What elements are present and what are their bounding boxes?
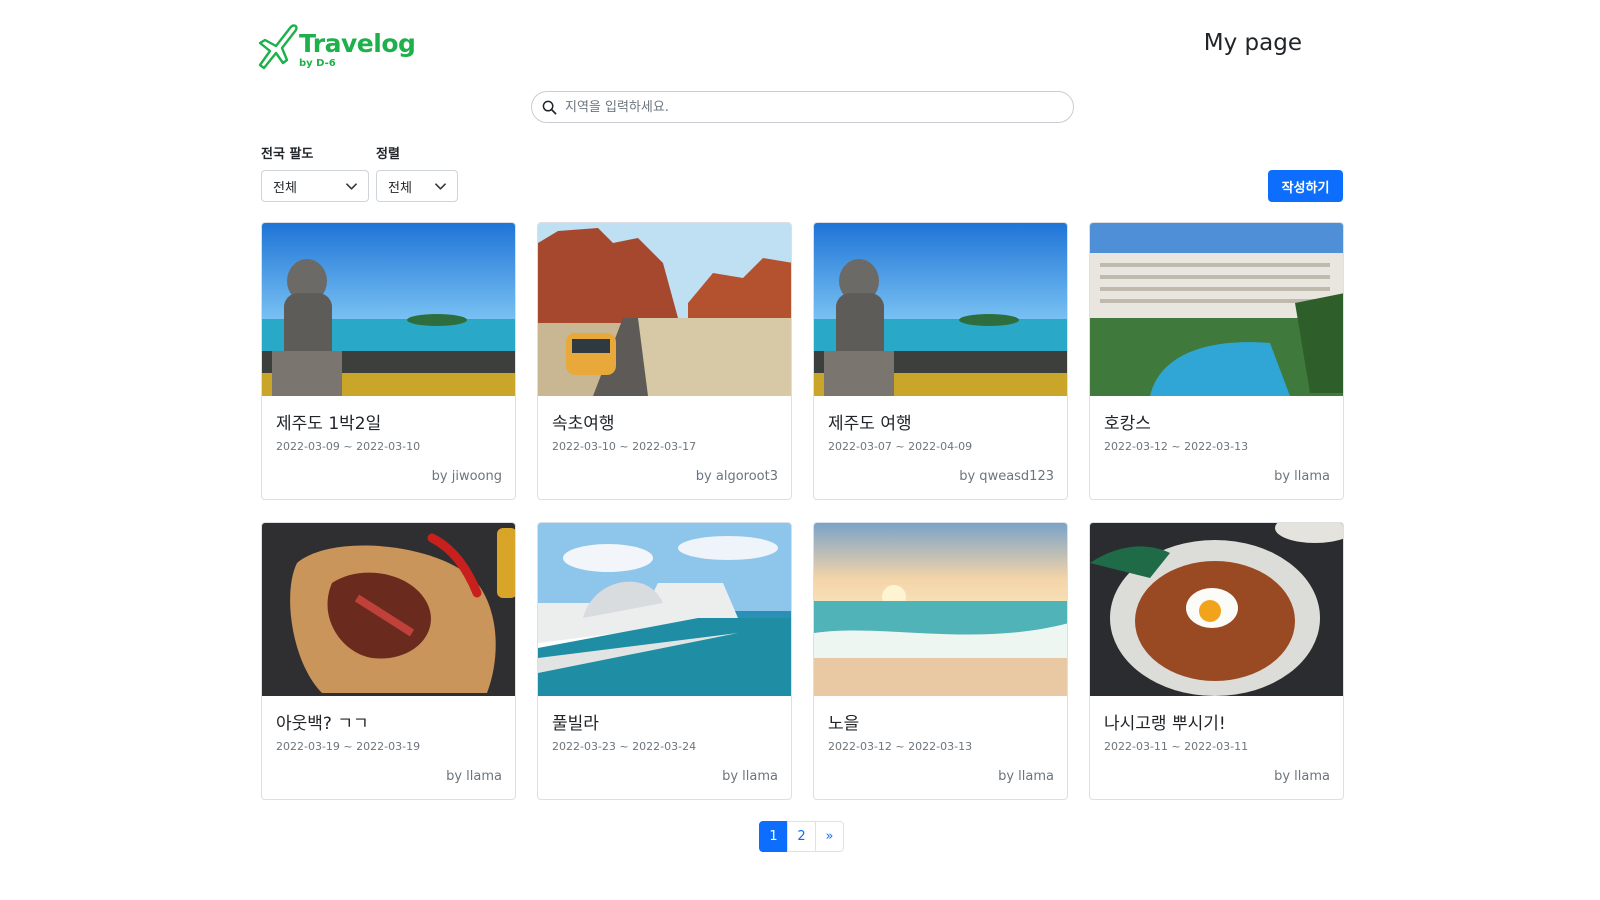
post-card[interactable]: 풀빌라 2022-03-23 ~ 2022-03-24 by llama [537,522,792,800]
card-thumbnail [1090,223,1343,396]
card-dates: 2022-03-11 ~ 2022-03-11 [1104,740,1249,753]
card-author: by llama [1274,469,1330,484]
pagination: 1 2 » [759,821,844,852]
card-author: by llama [998,769,1054,784]
logo-title: Travelog [299,29,416,58]
region-select-value: 전체 [273,180,297,196]
sort-filter-label: 정렬 [376,147,400,162]
card-author: by algoroot3 [695,469,778,484]
sort-select-value: 전체 [388,180,412,196]
site-header: Travelog by D-6 My page [256,18,1312,74]
card-thumbnail [538,223,791,396]
card-thumbnail [538,523,791,696]
card-dates: 2022-03-12 ~ 2022-03-13 [828,740,973,753]
card-title: 노을 [828,714,860,734]
card-title: 풀빌라 [552,714,599,734]
post-card[interactable]: 노을 2022-03-12 ~ 2022-03-13 by llama [813,522,1068,800]
card-author: by jiwoong [431,469,502,484]
my-page-link[interactable]: My page [1204,30,1302,56]
card-title: 속초여행 [552,414,615,434]
next-page-button[interactable]: » [815,821,844,852]
card-author: by llama [1274,769,1330,784]
card-title: 나시고랭 뿌시기! [1104,714,1226,734]
card-thumbnail [814,223,1067,396]
write-post-button[interactable]: 작성하기 [1268,170,1343,202]
search-input[interactable] [565,99,1045,115]
card-dates: 2022-03-09 ~ 2022-03-10 [276,440,421,453]
travelog-logo[interactable]: Travelog by D-6 [256,20,420,72]
post-card[interactable]: 호캉스 2022-03-12 ~ 2022-03-13 by llama [1089,222,1344,500]
card-thumbnail [814,523,1067,696]
card-title: 아웃백? ㄱㄱ [276,714,369,734]
card-thumbnail [1090,523,1343,696]
airplane-icon [258,24,298,70]
sort-select[interactable]: 전체 [376,170,458,202]
search-icon [542,100,557,114]
card-dates: 2022-03-12 ~ 2022-03-13 [1104,440,1249,453]
card-thumbnail [262,223,515,396]
search-bar[interactable] [531,91,1074,123]
card-dates: 2022-03-23 ~ 2022-03-24 [552,740,697,753]
post-card[interactable]: 제주도 여행 2022-03-07 ~ 2022-04-09 by qweasd… [813,222,1068,500]
card-title: 제주도 1박2일 [276,414,382,434]
page-2-button[interactable]: 2 [787,821,816,852]
card-thumbnail [262,523,515,696]
post-card[interactable]: 나시고랭 뿌시기! 2022-03-11 ~ 2022-03-11 by lla… [1089,522,1344,800]
region-select[interactable]: 전체 [261,170,369,202]
card-title: 호캉스 [1104,414,1151,434]
card-author: by llama [446,769,502,784]
post-card[interactable]: 아웃백? ㄱㄱ 2022-03-19 ~ 2022-03-19 by llama [261,522,516,800]
card-dates: 2022-03-19 ~ 2022-03-19 [276,740,421,753]
chevron-down-icon [346,183,357,190]
logo-text: Travelog by D-6 [299,29,416,70]
logo-subtitle: by D-6 [299,58,336,69]
card-author: by qweasd123 [959,469,1054,484]
region-filter-label: 전국 팔도 [261,147,314,162]
post-card[interactable]: 제주도 1박2일 2022-03-09 ~ 2022-03-10 by jiwo… [261,222,516,500]
card-dates: 2022-03-10 ~ 2022-03-17 [552,440,697,453]
chevron-down-icon [435,183,446,190]
post-card[interactable]: 속초여행 2022-03-10 ~ 2022-03-17 by algoroot… [537,222,792,500]
card-title: 제주도 여행 [828,414,912,434]
page-1-button[interactable]: 1 [759,821,788,852]
card-author: by llama [722,769,778,784]
post-card-grid: 제주도 1박2일 2022-03-09 ~ 2022-03-10 by jiwo… [261,222,1344,800]
card-dates: 2022-03-07 ~ 2022-04-09 [828,440,973,453]
